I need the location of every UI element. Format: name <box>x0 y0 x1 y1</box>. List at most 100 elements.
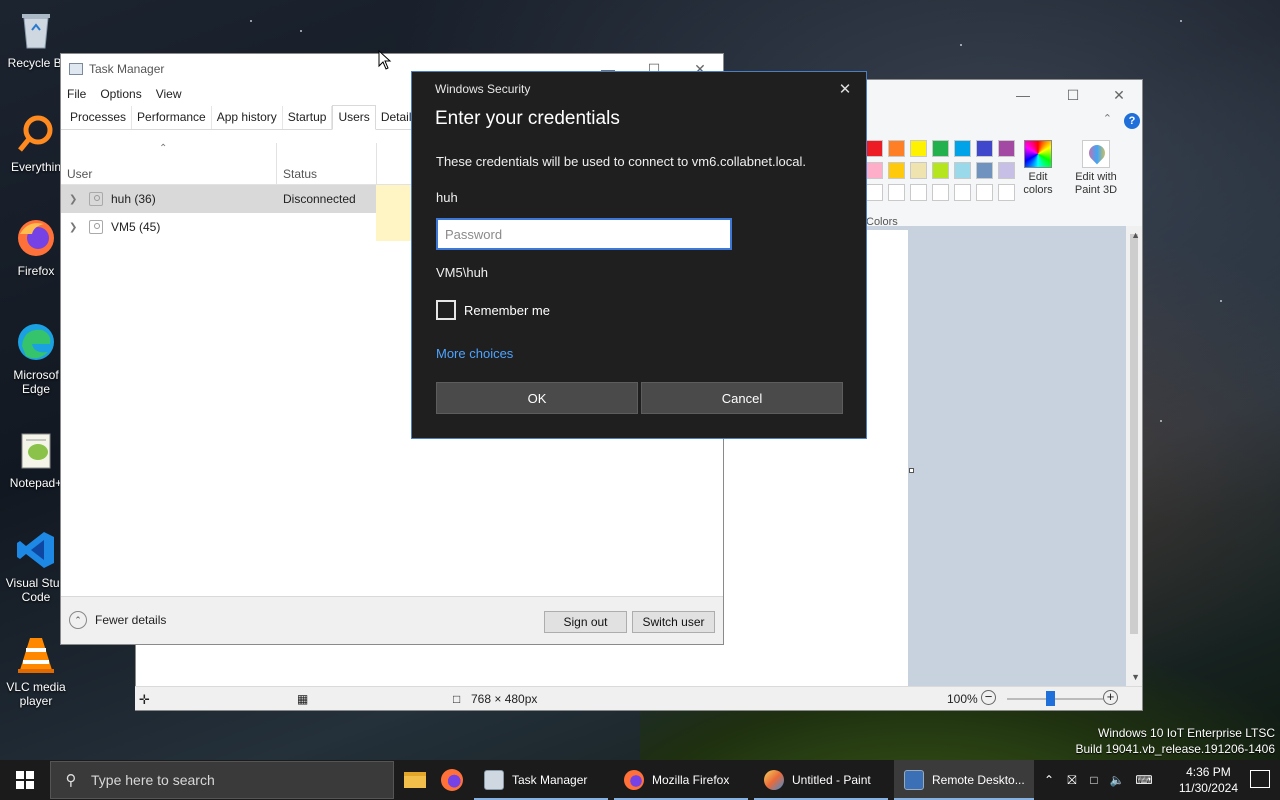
fewer-details-button[interactable]: ⌃ Fewer details <box>69 611 166 629</box>
sign-out-button[interactable]: Sign out <box>544 611 627 633</box>
palette-swatch[interactable] <box>954 162 971 179</box>
palette-swatch[interactable] <box>888 184 905 201</box>
column-user[interactable]: User <box>67 167 92 181</box>
menu-view[interactable]: View <box>156 87 182 101</box>
palette-swatch[interactable] <box>866 140 883 157</box>
remember-me-label: Remember me <box>464 302 550 318</box>
tab-app-history[interactable]: App history <box>212 106 283 129</box>
palette-swatch[interactable] <box>998 162 1015 179</box>
tab-performance[interactable]: Performance <box>132 106 212 129</box>
paint3d-icon <box>1082 140 1110 168</box>
search-placeholder: Type here to search <box>91 772 215 788</box>
menu-file[interactable]: File <box>67 87 86 101</box>
tab-startup[interactable]: Startup <box>283 106 333 129</box>
search-icon: ⚲ <box>65 772 77 789</box>
edit-with-paint3d-button[interactable]: Edit with Paint 3D <box>1066 140 1126 197</box>
notifications-icon[interactable] <box>1250 770 1270 788</box>
vlc-icon <box>14 632 58 676</box>
maximize-icon[interactable]: ☐ <box>1050 80 1096 110</box>
cancel-button[interactable]: Cancel <box>641 382 843 414</box>
expand-chevron-icon[interactable]: ❯ <box>69 222 79 233</box>
minimize-icon[interactable]: — <box>1000 80 1046 110</box>
chevron-up-icon[interactable]: ⌃ <box>1040 773 1058 787</box>
palette-swatch[interactable] <box>910 184 927 201</box>
domain-user: VM5\huh <box>436 265 489 280</box>
windows-logo-icon <box>16 771 34 789</box>
zoom-slider-thumb[interactable] <box>1046 691 1055 706</box>
collapse-ribbon-icon[interactable]: ⌃ <box>1103 112 1112 125</box>
palette-swatch[interactable] <box>888 140 905 157</box>
network-icon[interactable]: □ <box>1086 773 1102 787</box>
vertical-scrollbar[interactable] <box>1126 226 1142 686</box>
taskbar-item-task-manager[interactable]: Task Manager <box>474 760 608 800</box>
clock-time: 4:36 PM <box>1186 765 1231 779</box>
palette-swatch[interactable] <box>976 162 993 179</box>
taskbar-item-paint[interactable]: Untitled - Paint <box>754 760 888 800</box>
palette-swatch[interactable] <box>954 140 971 157</box>
palette-swatch[interactable] <box>932 162 949 179</box>
keyboard-icon[interactable]: ⌨ <box>1132 773 1156 787</box>
taskbar-search-box[interactable]: ⚲ Type here to search <box>50 761 394 799</box>
remote-desktop-icon <box>904 770 924 790</box>
credential-username: huh <box>436 190 458 205</box>
column-divider[interactable] <box>276 143 277 185</box>
palette-swatch[interactable] <box>976 140 993 157</box>
palette-swatch[interactable] <box>910 162 927 179</box>
palette-swatch[interactable] <box>888 162 905 179</box>
taskbar-clock[interactable]: 4:36 PM 11/30/2024 <box>1179 764 1238 796</box>
palette-swatch[interactable] <box>998 140 1015 157</box>
canvas-resize-handle[interactable] <box>909 468 914 473</box>
palette-swatch[interactable] <box>866 162 883 179</box>
move-cursor-icon: ✛ <box>139 692 150 707</box>
column-divider[interactable] <box>376 143 377 185</box>
close-icon[interactable]: ✕ <box>834 78 856 100</box>
system-tray: ⌃ ⛝ □ 🔈 ⌨ <box>1040 760 1164 800</box>
taskbar: ⚲ Type here to search Task Manager Mozil… <box>0 760 1280 800</box>
task-manager-app-icon <box>69 63 83 75</box>
chevron-up-icon: ⌃ <box>69 611 87 629</box>
firefox-pinned[interactable] <box>436 760 468 800</box>
remember-me-checkbox[interactable]: Remember me <box>436 300 550 320</box>
file-explorer-pinned[interactable] <box>400 760 430 800</box>
tab-processes[interactable]: Processes <box>65 106 133 129</box>
expand-chevron-icon[interactable]: ❯ <box>69 194 79 205</box>
firefox-icon <box>14 216 58 260</box>
more-choices-link[interactable]: More choices <box>436 346 513 361</box>
start-button[interactable] <box>0 760 50 800</box>
palette-swatch[interactable] <box>866 184 883 201</box>
menu-options[interactable]: Options <box>100 87 141 101</box>
palette-swatch[interactable] <box>910 140 927 157</box>
zoom-in-button[interactable]: + <box>1103 690 1118 705</box>
ok-button[interactable]: OK <box>436 382 638 414</box>
close-icon[interactable]: ✕ <box>1096 80 1142 110</box>
user-icon <box>89 192 103 206</box>
dialog-message: These credentials will be used to connec… <box>436 154 806 169</box>
canvas-size-icon: □ <box>453 692 461 706</box>
help-icon[interactable]: ? <box>1124 113 1140 129</box>
switch-user-button[interactable]: Switch user <box>632 611 715 633</box>
scroll-up-icon[interactable]: ▲ <box>1131 230 1140 240</box>
zoom-slider-track[interactable] <box>1007 698 1103 700</box>
scrollbar-thumb[interactable] <box>1130 234 1138 634</box>
palette-swatch[interactable] <box>932 140 949 157</box>
selection-size-icon: ▦ <box>297 692 309 706</box>
taskbar-item-firefox[interactable]: Mozilla Firefox <box>614 760 748 800</box>
tab-users[interactable]: Users <box>332 105 376 130</box>
palette-swatch[interactable] <box>998 184 1015 201</box>
watermark-build: Build 19041.vb_release.191206-1406 <box>1075 742 1276 756</box>
taskbar-item-label: Remote Deskto... <box>932 773 1025 787</box>
palette-swatch[interactable] <box>954 184 971 201</box>
taskbar-item-remote-desktop[interactable]: Remote Deskto... <box>894 760 1034 800</box>
security-shield-icon[interactable]: ⛝ <box>1064 773 1080 788</box>
volume-muted-icon[interactable]: 🔈 <box>1108 773 1126 787</box>
windows-security-dialog[interactable]: Windows Security ✕ Enter your credential… <box>411 71 867 439</box>
column-status[interactable]: Status <box>283 167 317 181</box>
password-input[interactable] <box>436 218 732 250</box>
zoom-out-button[interactable]: − <box>981 690 996 705</box>
palette-swatch[interactable] <box>976 184 993 201</box>
everything-search-icon <box>14 112 58 156</box>
scroll-down-icon[interactable]: ▼ <box>1131 672 1140 682</box>
edit-colors-button[interactable]: Edit colors <box>1020 140 1056 197</box>
checkbox-box[interactable] <box>436 300 456 320</box>
palette-swatch[interactable] <box>932 184 949 201</box>
